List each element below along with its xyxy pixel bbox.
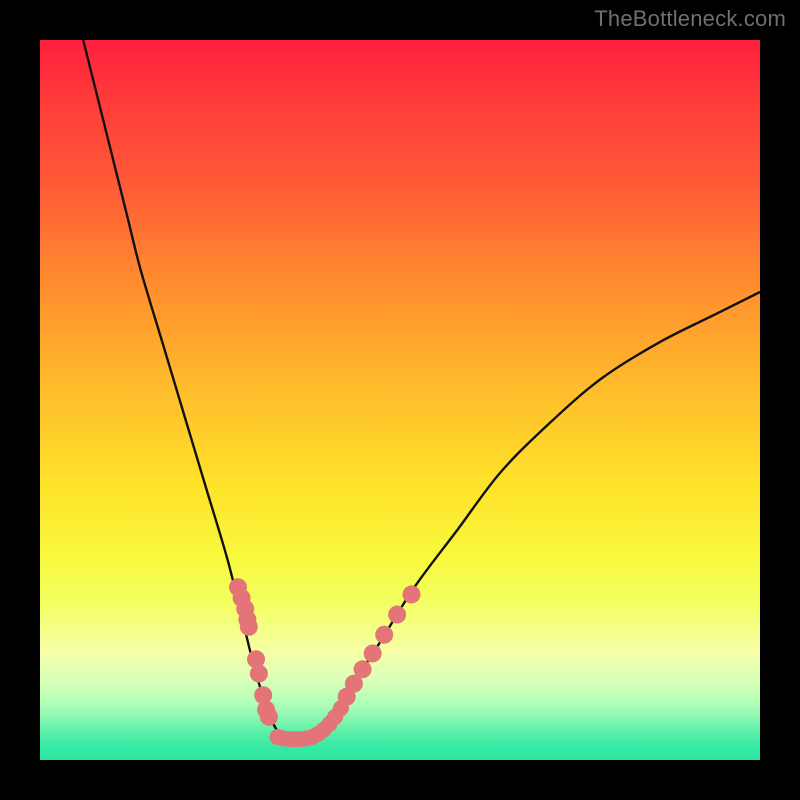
data-dot — [375, 626, 393, 644]
curve-svg — [40, 40, 760, 760]
plot-area — [40, 40, 760, 760]
data-dot — [240, 618, 258, 636]
data-dot — [354, 660, 372, 678]
data-dots-group — [229, 578, 421, 747]
chart-frame: TheBottleneck.com — [0, 0, 800, 800]
data-dot — [403, 585, 421, 603]
data-dot — [333, 700, 349, 716]
bottleneck-curve-path — [83, 40, 760, 739]
watermark-text: TheBottleneck.com — [594, 6, 786, 32]
data-dot — [260, 708, 278, 726]
data-dot — [388, 606, 406, 624]
data-dot — [250, 665, 268, 683]
data-dot — [364, 644, 382, 662]
